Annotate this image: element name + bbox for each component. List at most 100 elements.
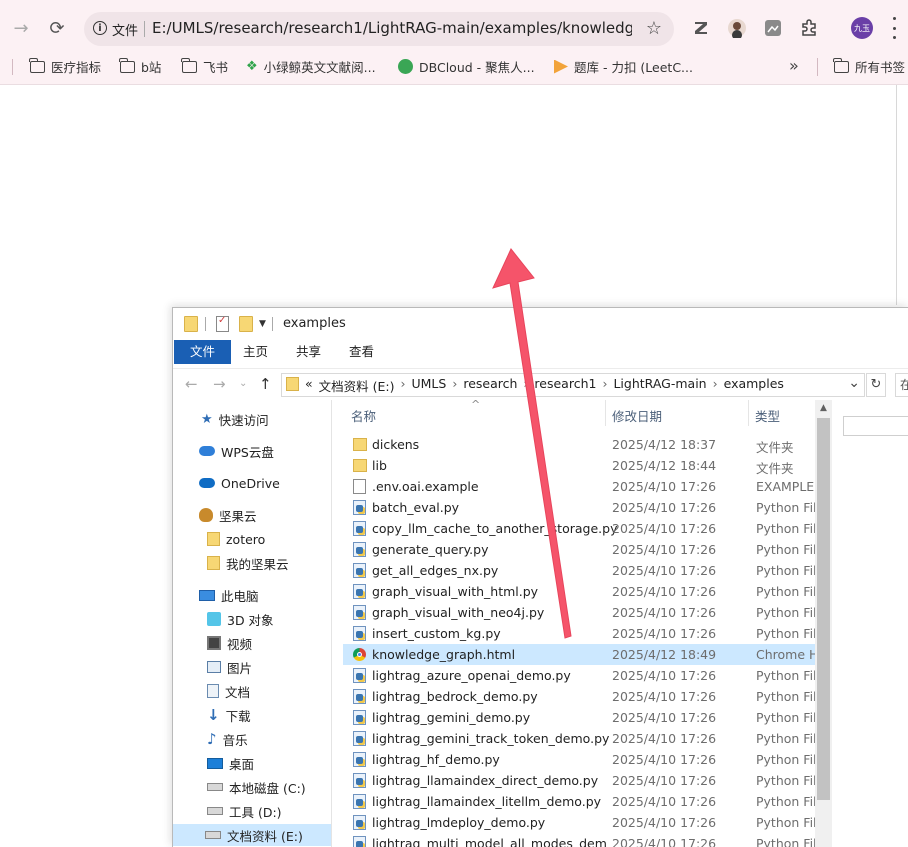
file-row[interactable]: batch_eval.py 2025/4/10 17:26 Python File bbox=[343, 497, 815, 518]
breadcrumb-separator-icon[interactable]: › bbox=[401, 376, 406, 395]
breadcrumb-separator-icon[interactable]: › bbox=[713, 376, 718, 395]
breadcrumb-separator-icon[interactable]: › bbox=[452, 376, 457, 395]
site-info-icon[interactable]: i bbox=[93, 21, 107, 35]
profile-avatar[interactable]: 九玉 bbox=[851, 17, 873, 39]
breadcrumb-separator-icon[interactable]: › bbox=[523, 376, 528, 395]
nav-item-wps-cloud[interactable]: WPS云盘 bbox=[199, 440, 274, 462]
nav-item-jianguoyun[interactable]: 坚果云 bbox=[199, 504, 257, 526]
file-row[interactable]: lightrag_llamaindex_litellm_demo.py 2025/… bbox=[343, 791, 815, 812]
breadcrumb-item[interactable]: LightRAG-main bbox=[613, 376, 706, 395]
column-divider[interactable] bbox=[605, 400, 606, 426]
nav-item-drive-c[interactable]: 本地磁盘 (C:) bbox=[207, 776, 306, 798]
scrollbar-thumb[interactable] bbox=[817, 418, 830, 800]
properties-icon[interactable] bbox=[216, 315, 229, 332]
bookmark-star-icon[interactable]: ☆ bbox=[646, 18, 662, 39]
bookmark-folder-feishu[interactable]: 飞书 bbox=[181, 57, 228, 76]
zotero-extension-icon[interactable] bbox=[690, 17, 712, 39]
bookmark-xiaolvjing[interactable]: ❖ 小绿鲸英文文献阅... bbox=[246, 57, 376, 76]
up-folder-icon[interactable]: ↑ bbox=[259, 375, 272, 393]
bookmarks-overflow-icon[interactable]: » bbox=[789, 56, 799, 75]
breadcrumb-item[interactable]: research bbox=[463, 376, 517, 395]
python-file-icon bbox=[353, 542, 366, 557]
nav-item-downloads[interactable]: ↓ 下载 bbox=[207, 704, 251, 726]
column-header-name[interactable]: 名称 bbox=[351, 406, 376, 425]
forward-icon[interactable]: → bbox=[8, 15, 34, 41]
nav-item-pictures[interactable]: 图片 bbox=[207, 656, 252, 678]
file-row[interactable]: knowledge_graph.html 2025/4/12 18:49 Chrom… bbox=[343, 644, 815, 665]
breadcrumb-item[interactable]: examples bbox=[724, 376, 784, 395]
file-row[interactable]: graph_visual_with_html.py 2025/4/10 17:26… bbox=[343, 581, 815, 602]
file-row[interactable]: lightrag_multi_model_all_modes_dem 2025/4… bbox=[343, 833, 815, 847]
extensions-puzzle-icon[interactable] bbox=[798, 17, 820, 39]
file-row[interactable]: lib 2025/4/12 18:44 文件夹 bbox=[343, 455, 815, 476]
file-row[interactable]: lightrag_hf_demo.py 2025/4/10 17:26 Python… bbox=[343, 749, 815, 770]
url-text[interactable]: E:/UMLS/research/research1/LightRAG-main… bbox=[152, 19, 632, 37]
column-divider[interactable] bbox=[748, 400, 749, 426]
bookmark-folder-bilibili[interactable]: b站 bbox=[119, 57, 161, 76]
column-header-date[interactable]: 修改日期 bbox=[612, 406, 662, 425]
new-folder-icon[interactable] bbox=[239, 316, 253, 332]
vertical-scrollbar[interactable]: ▲ bbox=[815, 400, 832, 847]
image-extension-icon[interactable] bbox=[762, 17, 784, 39]
tab-home[interactable]: 主页 bbox=[231, 340, 280, 364]
search-input[interactable]: 在 bbox=[895, 373, 908, 397]
file-name: dickens bbox=[372, 437, 420, 452]
customize-toolbar-icon[interactable]: ▼ bbox=[259, 319, 266, 329]
breadcrumb-separator-icon[interactable]: › bbox=[602, 376, 607, 395]
file-row[interactable]: graph_visual_with_neo4j.py 2025/4/10 17:2… bbox=[343, 602, 815, 623]
nav-item-drive-d[interactable]: 工具 (D:) bbox=[207, 800, 282, 822]
folder-icon bbox=[207, 532, 220, 546]
scroll-up-icon[interactable]: ▲ bbox=[815, 400, 832, 416]
back-icon[interactable]: ← bbox=[185, 375, 198, 393]
nav-item-zotero[interactable]: zotero bbox=[207, 528, 265, 550]
nav-item-my-jianguoyun[interactable]: 我的坚果云 bbox=[207, 552, 289, 574]
bookmark-folder-medical[interactable]: 医疗指标 bbox=[29, 57, 102, 76]
breadcrumb-item[interactable]: UMLS bbox=[412, 376, 447, 395]
nav-item-onedrive[interactable]: OneDrive bbox=[199, 472, 280, 494]
file-row[interactable]: lightrag_gemini_track_token_demo.py 2025/… bbox=[343, 728, 815, 749]
file-row[interactable]: lightrag_azure_openai_demo.py 2025/4/10 1… bbox=[343, 665, 815, 686]
column-header-type[interactable]: 类型 bbox=[755, 406, 780, 425]
file-row[interactable]: generate_query.py 2025/4/10 17:26 Python F… bbox=[343, 539, 815, 560]
address-bar[interactable]: i 文件 E:/UMLS/research/research1/LightRAG… bbox=[84, 12, 674, 46]
file-row[interactable]: lightrag_lmdeploy_demo.py 2025/4/10 17:26… bbox=[343, 812, 815, 833]
nav-item-drive-e[interactable]: 文档资料 (E:) bbox=[173, 824, 331, 846]
file-row[interactable]: lightrag_gemini_demo.py 2025/4/10 17:26 Py… bbox=[343, 707, 815, 728]
file-row[interactable]: get_all_edges_nx.py 2025/4/10 17:26 Python… bbox=[343, 560, 815, 581]
tab-share[interactable]: 共享 bbox=[284, 340, 333, 364]
file-row[interactable]: dickens 2025/4/12 18:37 文件夹 bbox=[343, 434, 815, 455]
breadcrumb-item[interactable]: research1 bbox=[534, 376, 596, 395]
nav-item-desktop[interactable]: 桌面 bbox=[207, 752, 254, 774]
nav-item-3d-objects[interactable]: 3D 对象 bbox=[207, 608, 274, 630]
explorer-address-bar[interactable]: « 文档资料 (E:) › UMLS › research › research… bbox=[281, 373, 865, 397]
chevron-down-icon[interactable]: ⌄ bbox=[848, 375, 860, 391]
nav-item-documents[interactable]: 文档 bbox=[207, 680, 250, 702]
drive-icon bbox=[205, 831, 221, 839]
file-row[interactable]: lightrag_llamaindex_direct_demo.py 2025/4… bbox=[343, 770, 815, 791]
tab-file[interactable]: 文件 bbox=[174, 340, 231, 364]
forward-icon[interactable]: → bbox=[213, 375, 226, 393]
file-row[interactable]: insert_custom_kg.py 2025/4/10 17:26 Python… bbox=[343, 623, 815, 644]
bookmark-label: 医疗指标 bbox=[51, 60, 102, 75]
nav-item-this-pc[interactable]: 此电脑 bbox=[199, 584, 259, 606]
bookmark-dbcloud[interactable]: DBCloud - 聚焦人... bbox=[398, 57, 535, 76]
nav-label: WPS云盘 bbox=[221, 444, 274, 460]
refresh-icon[interactable]: ↻ bbox=[866, 373, 886, 397]
file-row[interactable]: lightrag_bedrock_demo.py 2025/4/10 17:26 P… bbox=[343, 686, 815, 707]
reload-icon[interactable]: ⟳ bbox=[44, 15, 70, 41]
file-name: .env.oai.example bbox=[372, 479, 479, 494]
file-row[interactable]: copy_llm_cache_to_another_storage.py 2025… bbox=[343, 518, 815, 539]
all-bookmarks-folder[interactable]: 所有书签 bbox=[833, 57, 905, 76]
profile-extension-icon[interactable] bbox=[726, 17, 748, 39]
recent-locations-icon[interactable]: ⌄ bbox=[239, 378, 247, 389]
tab-view[interactable]: 查看 bbox=[337, 340, 386, 364]
xiaolvjing-icon: ❖ bbox=[246, 59, 258, 74]
breadcrumb-item[interactable]: 文档资料 (E:) bbox=[319, 376, 395, 395]
file-row[interactable]: .env.oai.example 2025/4/10 17:26 EXAMPLE bbox=[343, 476, 815, 497]
browser-menu-icon[interactable] bbox=[887, 17, 901, 39]
nav-item-videos[interactable]: 视频 bbox=[207, 632, 252, 654]
bookmark-leetcode[interactable]: 题库 - 力扣 (LeetC... bbox=[554, 57, 693, 76]
nav-item-quick-access[interactable]: ★ 快速访问 bbox=[201, 408, 269, 430]
nav-item-music[interactable]: ♪ 音乐 bbox=[207, 728, 248, 750]
breadcrumb-overflow[interactable]: « bbox=[305, 376, 313, 395]
